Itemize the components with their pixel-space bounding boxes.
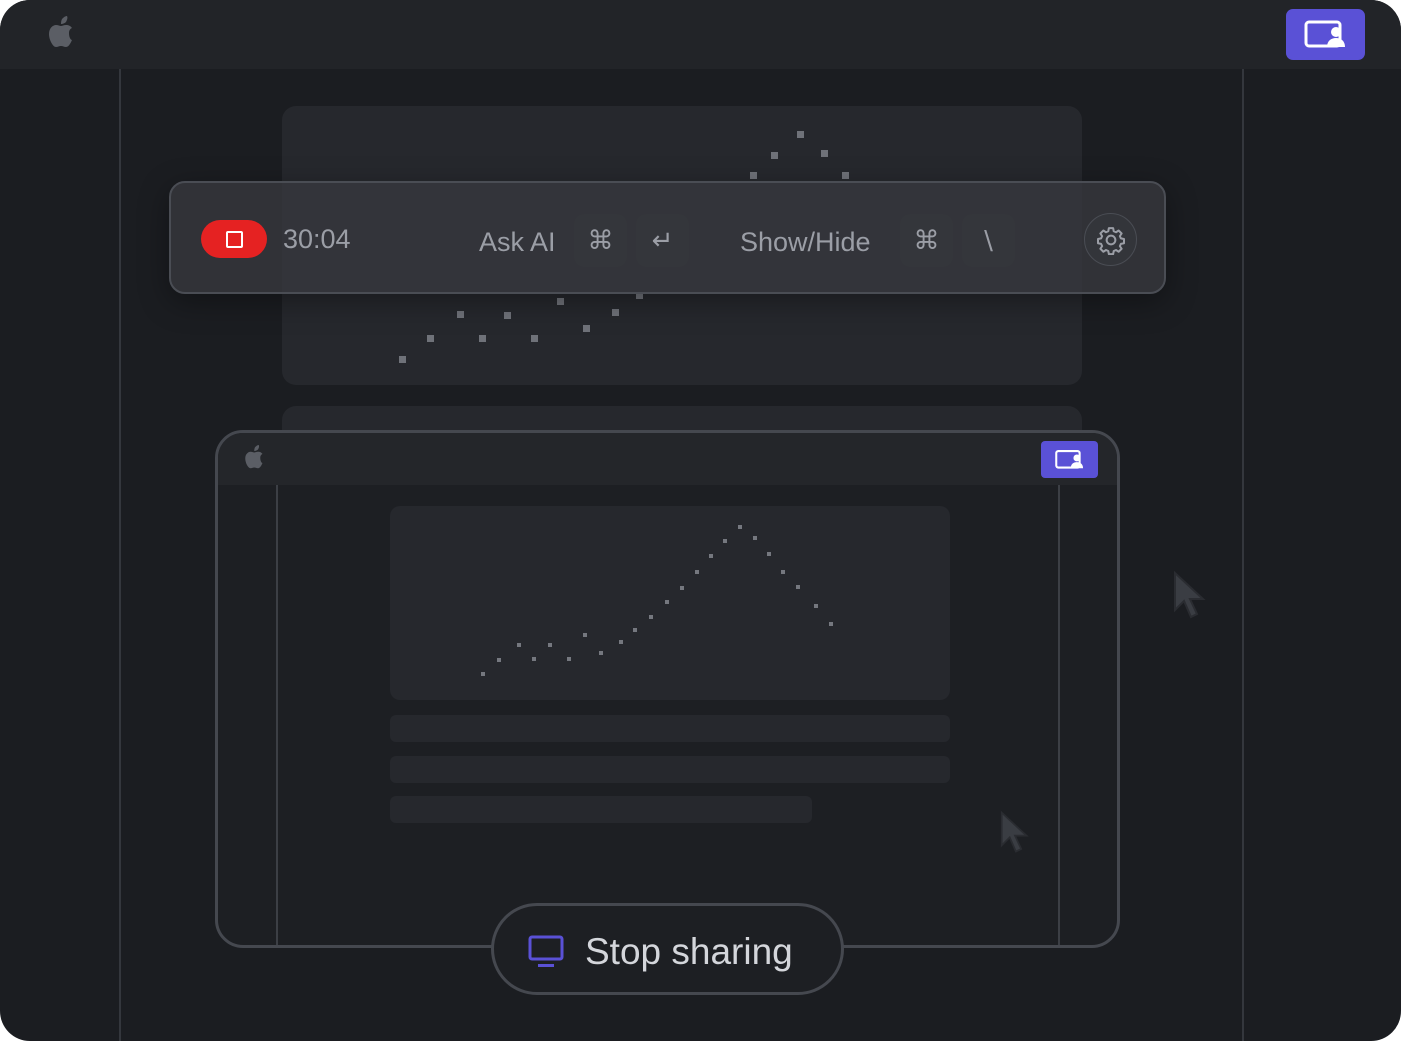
stop-sharing-button[interactable]: Stop sharing xyxy=(491,903,844,995)
preview-share-button xyxy=(1041,441,1098,478)
preview-menu-bar xyxy=(218,433,1117,485)
stop-square-icon xyxy=(225,230,243,248)
screen-share-button[interactable] xyxy=(1286,9,1365,60)
ask-ai-label[interactable]: Ask AI xyxy=(479,227,556,257)
chart-dot xyxy=(709,554,713,558)
show-hide-label[interactable]: Show/Hide xyxy=(740,227,871,257)
chart-dot xyxy=(599,651,603,655)
stop-recording-button[interactable] xyxy=(201,220,267,258)
preview-chart-card xyxy=(390,506,950,700)
chart-dot xyxy=(796,585,800,589)
screen-share-icon xyxy=(1054,449,1083,469)
chart-dot xyxy=(781,570,785,574)
apple-logo-icon xyxy=(245,445,263,469)
preview-text-line xyxy=(390,715,950,742)
chart-dot xyxy=(479,335,486,342)
left-divider xyxy=(119,69,121,1041)
enter-key-icon: ↵ xyxy=(636,214,689,267)
chart-dot xyxy=(829,622,833,626)
chart-dot xyxy=(583,325,590,332)
chart-dot xyxy=(532,657,536,661)
preview-right-divider xyxy=(1058,485,1060,945)
chart-dot xyxy=(842,172,849,179)
shared-screen-preview xyxy=(215,430,1120,948)
chart-dot xyxy=(427,335,434,342)
chart-dot xyxy=(723,539,727,543)
menu-bar xyxy=(0,0,1401,69)
chart-dot xyxy=(481,672,485,676)
desktop-screen: 30:04 Ask AI ⌘ ↵ Show/Hide ⌘ \ Stop shar… xyxy=(0,0,1401,1041)
backslash-key-icon: \ xyxy=(962,214,1015,267)
chart-dot xyxy=(680,586,684,590)
chart-dot xyxy=(695,570,699,574)
gear-icon xyxy=(1096,226,1125,255)
command-key-icon: ⌘ xyxy=(574,214,627,267)
mouse-pointer-icon xyxy=(1174,570,1206,619)
chart-dot xyxy=(583,633,587,637)
command-key-icon: ⌘ xyxy=(900,214,953,267)
preview-text-line xyxy=(390,756,950,783)
recording-timer: 30:04 xyxy=(283,224,351,254)
chart-dot xyxy=(771,152,778,159)
preview-left-divider xyxy=(276,485,278,945)
chart-dot xyxy=(531,335,538,342)
chart-dot xyxy=(619,640,623,644)
chart-dot xyxy=(557,298,564,305)
screen-share-icon xyxy=(1304,20,1345,47)
chart-dot xyxy=(649,615,653,619)
chart-dot xyxy=(567,657,571,661)
chart-dot xyxy=(767,552,771,556)
apple-logo-icon xyxy=(49,16,72,47)
chart-dot xyxy=(457,311,464,318)
settings-button[interactable] xyxy=(1084,213,1137,266)
chart-dot xyxy=(497,658,501,662)
monitor-icon xyxy=(528,935,564,967)
chart-dot xyxy=(612,309,619,316)
chart-dot xyxy=(814,604,818,608)
chart-dot xyxy=(797,131,804,138)
chart-dot xyxy=(504,312,511,319)
chart-dot xyxy=(665,600,669,604)
chart-dot xyxy=(548,643,552,647)
chart-dot xyxy=(738,525,742,529)
recording-toolbar: 30:04 Ask AI ⌘ ↵ Show/Hide ⌘ \ xyxy=(169,181,1166,294)
chart-dot xyxy=(517,643,521,647)
chart-dot xyxy=(750,172,757,179)
mouse-pointer-icon xyxy=(1000,810,1029,853)
preview-text-line xyxy=(390,796,812,823)
chart-dot xyxy=(821,150,828,157)
stop-sharing-label: Stop sharing xyxy=(585,931,793,972)
right-divider xyxy=(1242,69,1244,1041)
chart-dot xyxy=(399,356,406,363)
chart-dot xyxy=(633,628,637,632)
chart-dot xyxy=(753,536,757,540)
